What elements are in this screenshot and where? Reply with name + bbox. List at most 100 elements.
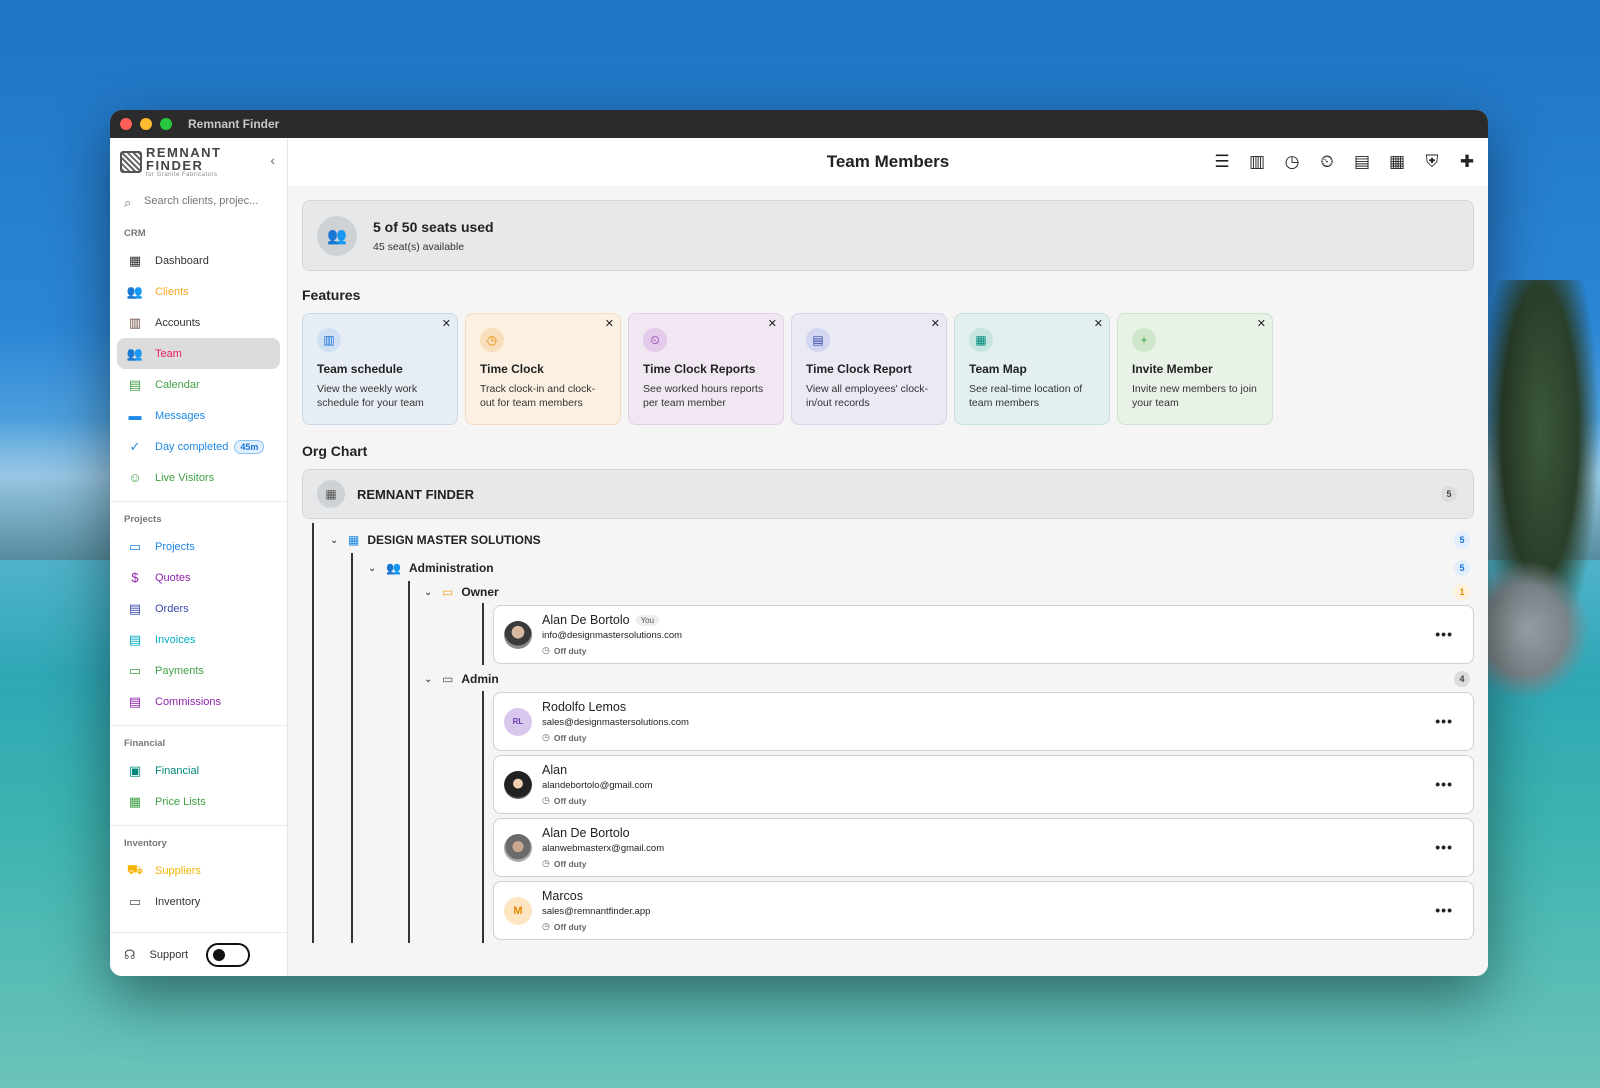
dashboard-icon: ▦ [128, 252, 142, 268]
sidebar-item-label: Commissions [155, 695, 222, 708]
feature-card-team-map[interactable]: ✕ ▦ Team Map See real-time location of team… [954, 313, 1110, 425]
list-icon[interactable]: ☰ [1209, 150, 1235, 174]
chevron-down-icon[interactable]: ⌄ [424, 674, 434, 685]
close-window-button[interactable] [120, 118, 132, 130]
tree-node[interactable]: ⌄ 👥 Administration 5 [302, 557, 1474, 579]
seats-subtitle: 45 seat(s) available [373, 240, 465, 253]
sidebar-item-label: Messages [155, 409, 206, 422]
columns-icon[interactable]: ▥ [1244, 150, 1270, 174]
sidebar-item-live-visitors[interactable]: ☺ Live Visitors [117, 462, 280, 493]
sidebar-item-team[interactable]: 👥 Team [117, 338, 280, 369]
logo[interactable]: REMNANT FINDER for Granite Fabricators ‹ [110, 138, 287, 186]
sidebar-item-financial[interactable]: ▣ Financial [117, 755, 280, 786]
avatar [504, 833, 532, 862]
more-options-icon[interactable]: ••• [1435, 776, 1453, 792]
tree-node[interactable]: ⌄ ▭ Owner 1 [302, 581, 1474, 603]
avatar [504, 770, 532, 799]
seats-summary: 👥 5 of 50 seats used 45 seat(s) availabl… [302, 200, 1474, 271]
clipboard-icon: ▤ [806, 328, 830, 352]
theme-toggle[interactable] [206, 942, 251, 967]
member-card[interactable]: Alan alandebortolo@gmail.com ◷ Off duty ••• [493, 755, 1474, 814]
feature-title: Invite Member [1132, 362, 1213, 376]
clock-icon[interactable]: ◷ [1279, 150, 1305, 174]
sidebar-item-quotes[interactable]: $ Quotes [117, 562, 280, 593]
feature-description: Track clock-in and clock-out for team me… [480, 383, 596, 410]
collapse-sidebar-chevron-icon[interactable]: ‹ [270, 152, 275, 168]
org-root[interactable]: ▦ REMNANT FINDER 5 [302, 469, 1474, 519]
clipboard-icon[interactable]: ▤ [1349, 150, 1375, 174]
top-bar: Team Members ☰ ▥ ◷ ⏲ ▤ ▦ ⛨ ✚ [288, 138, 1488, 186]
member-card[interactable]: Alan De Bortolo You info@designmastersolut… [493, 605, 1474, 664]
member-name: Rodolfo Lemos [542, 700, 627, 714]
tree-node[interactable]: ⌄ ▦ DESIGN MASTER SOLUTIONS 5 [302, 529, 1474, 551]
inventory-icon: ▭ [128, 893, 142, 909]
sidebar-item-dashboard[interactable]: ▦ Dashboard [117, 245, 280, 276]
tree-node[interactable]: ⌄ ▭ Admin 4 [302, 668, 1474, 690]
commissions-icon: ▤ [128, 693, 142, 709]
add-person-icon[interactable]: ✚ [1454, 150, 1480, 174]
feature-card-time-clock-reports[interactable]: ✕ ⏲ Time Clock Reports See worked hours rep… [628, 313, 784, 425]
wallet-icon: ▣ [128, 762, 142, 778]
more-options-icon[interactable]: ••• [1435, 839, 1453, 855]
map-icon[interactable]: ▦ [1384, 150, 1410, 174]
sidebar-item-commissions[interactable]: ▤ Commissions [117, 686, 280, 717]
close-icon[interactable]: ✕ [1094, 317, 1103, 330]
sidebar-item-price-lists[interactable]: ▦ Price Lists [117, 786, 280, 817]
chevron-down-icon[interactable]: ⌄ [330, 535, 340, 546]
member-status: Off duty [553, 921, 587, 932]
member-card[interactable]: Alan De Bortolo alanwebmasterx@gmail.com ◷… [493, 818, 1474, 877]
more-options-icon[interactable]: ••• [1435, 902, 1453, 918]
chevron-down-icon[interactable]: ⌄ [368, 563, 378, 574]
window-title: Remnant Finder [188, 117, 280, 131]
more-options-icon[interactable]: ••• [1435, 713, 1453, 729]
building-icon: ▥ [128, 314, 142, 330]
sidebar-item-orders[interactable]: ▤ Orders [117, 593, 280, 624]
member-email: alanwebmasterx@gmail.com [542, 843, 665, 854]
sidebar-item-clients[interactable]: 👥 Clients [117, 276, 280, 307]
member-name: Marcos [542, 889, 583, 903]
sidebar-item-invoices[interactable]: ▤ Invoices [117, 624, 280, 655]
chevron-down-icon[interactable]: ⌄ [424, 587, 434, 598]
member-card[interactable]: RL Rodolfo Lemos sales@designmastersolutio… [493, 692, 1474, 751]
clock-icon: ◷ [542, 921, 550, 931]
feature-card-time-clock-report[interactable]: ✕ ▤ Time Clock Report View all employees' c… [791, 313, 947, 425]
sidebar-section-label: Inventory [124, 838, 167, 849]
sidebar-item-calendar[interactable]: ▤ Calendar [117, 369, 280, 400]
sidebar-section-label: Projects [124, 514, 162, 525]
member-card[interactable]: M Marcos sales@remnantfinder.app ◷ Off duty •… [493, 881, 1474, 940]
shield-icon[interactable]: ⛨ [1419, 150, 1445, 174]
minimize-window-button[interactable] [140, 118, 152, 130]
sidebar-item-day-completed[interactable]: ✓ Day completed 45m [117, 431, 280, 462]
pricelist-icon: ▦ [128, 793, 142, 809]
sidebar-item-label: Suppliers [155, 864, 201, 877]
more-options-icon[interactable]: ••• [1435, 626, 1453, 642]
close-icon[interactable]: ✕ [768, 317, 777, 330]
close-icon[interactable]: ✕ [1257, 317, 1266, 330]
sidebar-item-inventory[interactable]: ▭ Inventory [117, 886, 280, 917]
building-icon: ▦ [348, 533, 360, 547]
sidebar-item-projects[interactable]: ▭ Projects [117, 531, 280, 562]
close-icon[interactable]: ✕ [931, 317, 940, 330]
clock-icon: ◷ [542, 732, 550, 742]
close-icon[interactable]: ✕ [605, 317, 614, 330]
clock-icon: ◷ [542, 858, 550, 868]
group-icon: 👥 [317, 215, 357, 256]
search-icon: ⌕ [124, 195, 132, 210]
building-icon: ▦ [317, 480, 345, 508]
sidebar-item-accounts[interactable]: ▥ Accounts [117, 307, 280, 338]
feature-card-team-schedule[interactable]: ✕ ▥ Team schedule View the weekly work sche… [302, 313, 458, 425]
sidebar-item-payments[interactable]: ▭ Payments [117, 655, 280, 686]
member-email: alandebortolo@gmail.com [542, 780, 653, 791]
sidebar-item-messages[interactable]: ▬ Messages [117, 400, 280, 431]
support-label[interactable]: Support [150, 949, 189, 961]
sidebar-item-label: Payments [155, 664, 204, 677]
search-input[interactable] [144, 195, 264, 207]
close-icon[interactable]: ✕ [442, 317, 451, 330]
timer-report-icon[interactable]: ⏲ [1314, 150, 1340, 174]
sidebar-item-suppliers[interactable]: ⛟ Suppliers [117, 855, 280, 886]
tree-node-count: 1 [1454, 584, 1470, 600]
feature-card-invite-member[interactable]: ✕ + Invite Member Invite new members to joi… [1117, 313, 1273, 425]
maximize-window-button[interactable] [160, 118, 172, 130]
headset-icon: ☊ [124, 946, 136, 962]
feature-card-time-clock[interactable]: ✕ ◷ Time Clock Track clock-in and clock-out… [465, 313, 621, 425]
